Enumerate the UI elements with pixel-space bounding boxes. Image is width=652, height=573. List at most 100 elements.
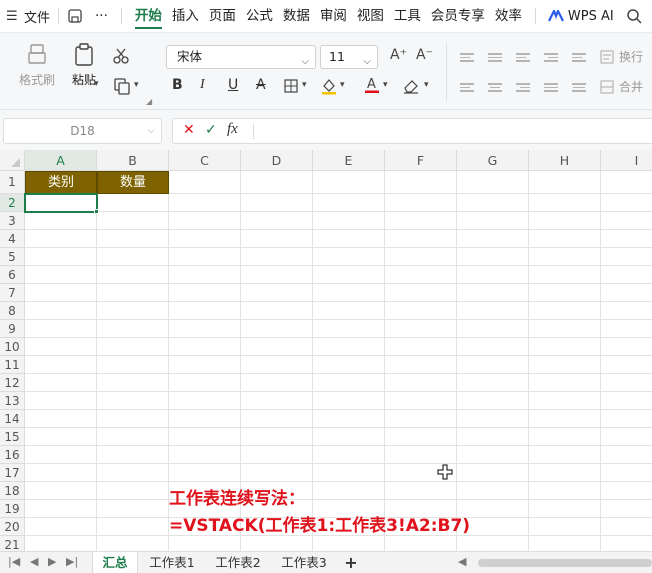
- tab-home[interactable]: 开始: [134, 0, 162, 32]
- italic-icon[interactable]: I: [200, 77, 205, 93]
- tab-view[interactable]: 视图: [357, 0, 384, 32]
- name-box[interactable]: D18 ⌵: [3, 118, 162, 144]
- cell-a1[interactable]: 类别: [25, 171, 97, 194]
- sheet-tab-bar: |◀ ◀ ▶ ▶| 汇总 工作表1 工作表2 工作表3 + ◀: [0, 551, 652, 573]
- align-center-icon[interactable]: [488, 83, 502, 93]
- last-sheet-icon[interactable]: ▶|: [66, 555, 78, 568]
- divider: [446, 43, 447, 101]
- strikethrough-icon[interactable]: A: [256, 77, 266, 93]
- annotation-title: 工作表连续写法：: [169, 489, 305, 509]
- align-right-icon[interactable]: [516, 83, 530, 93]
- outdent-icon[interactable]: [572, 53, 586, 63]
- next-sheet-icon[interactable]: ▶: [48, 555, 56, 568]
- save-icon[interactable]: [67, 8, 83, 24]
- wrap-label: 换行: [619, 50, 644, 64]
- scroll-left-icon[interactable]: ◀: [458, 555, 466, 568]
- tab-member[interactable]: 会员专享: [431, 0, 485, 32]
- justify-icon[interactable]: [544, 83, 558, 93]
- ribbon-toolbar: 格式刷 粘贴 ▾ ▾ 宋体 ⌵ 11 ⌵ A⁺ A⁻ B I U A ▾ ▾ A…: [0, 32, 652, 110]
- tab-summary[interactable]: 汇总: [92, 552, 138, 573]
- chevron-down-icon[interactable]: ⌵: [147, 119, 155, 143]
- underline-icon[interactable]: U: [228, 77, 238, 93]
- increase-font-icon[interactable]: A⁺: [390, 47, 407, 63]
- format-painter-button[interactable]: 格式刷: [16, 43, 58, 88]
- confirm-icon[interactable]: ✓: [205, 122, 217, 138]
- eraser-dropdown-icon[interactable]: ▾: [424, 80, 429, 90]
- align-middle-icon[interactable]: [488, 53, 502, 63]
- clipboard-dialog-launcher-icon[interactable]: ◢: [146, 97, 152, 106]
- svg-text:A: A: [367, 77, 376, 92]
- tab-efficiency[interactable]: 效率: [495, 0, 522, 32]
- paste-dropdown-icon[interactable]: ▾: [94, 79, 99, 89]
- font-size-value: 11: [329, 49, 345, 64]
- format-painter-label: 格式刷: [18, 73, 55, 87]
- merge-icon: [600, 80, 614, 93]
- tab-sheet3[interactable]: 工作表3: [274, 552, 334, 573]
- bold-icon[interactable]: B: [172, 77, 183, 93]
- wps-ai-button[interactable]: WPS AI: [547, 8, 614, 24]
- formula-bar: D18 ⌵ ✕ ✓ fx: [0, 110, 652, 150]
- tab-page[interactable]: 页面: [209, 0, 236, 32]
- fill-handle[interactable]: [94, 209, 99, 214]
- wps-ai-label: WPS AI: [567, 8, 614, 24]
- horizontal-scrollbar[interactable]: [478, 559, 652, 567]
- font-name-select[interactable]: 宋体 ⌵: [166, 45, 316, 69]
- hamburger-icon[interactable]: ☰: [6, 9, 20, 24]
- cut-icon[interactable]: [112, 47, 130, 68]
- tab-tools[interactable]: 工具: [394, 0, 421, 32]
- merge-label: 合并: [619, 80, 644, 94]
- align-left-icon[interactable]: [460, 83, 474, 93]
- border-icon[interactable]: [284, 79, 298, 96]
- decrease-font-icon[interactable]: A⁻: [416, 47, 433, 63]
- eraser-icon[interactable]: [402, 77, 420, 98]
- font-color-dropdown-icon[interactable]: ▾: [383, 80, 388, 90]
- font-color-icon[interactable]: A: [364, 76, 380, 97]
- fill-dropdown-icon[interactable]: ▾: [340, 80, 345, 90]
- format-painter-icon: [28, 44, 46, 64]
- formula-divider: [253, 124, 254, 139]
- wrap-text-button[interactable]: 换行: [600, 48, 643, 65]
- cursor-icon: [437, 464, 453, 483]
- menu-bar: ☰ 文件 ··· 开始 插入 页面 公式 数据 审阅 视图 工具 会员专享 效率…: [0, 0, 652, 32]
- indent-icon[interactable]: [544, 53, 558, 63]
- menu-file[interactable]: 文件: [24, 7, 50, 26]
- tab-insert[interactable]: 插入: [172, 0, 199, 32]
- divider: [58, 8, 60, 24]
- border-dropdown-icon[interactable]: ▾: [302, 80, 307, 90]
- tab-data[interactable]: 数据: [283, 0, 310, 32]
- prev-sheet-icon[interactable]: ◀: [30, 555, 38, 568]
- active-cell-a2[interactable]: [24, 193, 98, 213]
- add-sheet-button[interactable]: +: [340, 552, 362, 573]
- fill-color-icon[interactable]: [320, 77, 338, 98]
- cell-b1[interactable]: 数量: [97, 171, 169, 194]
- divider: [120, 8, 122, 24]
- chevron-down-icon: ⌵: [301, 56, 309, 67]
- tab-formula[interactable]: 公式: [246, 0, 273, 32]
- wps-ai-logo-icon: [547, 10, 564, 22]
- divider: [534, 8, 536, 24]
- align-top-icon[interactable]: [460, 53, 474, 63]
- spreadsheet-grid[interactable]: ABCDEFGHI 1 2 3 4 5 6 7 8 9 10 11 12 13 14 15 16 17 18 19 2…: [0, 150, 652, 551]
- more-menu[interactable]: ···: [95, 0, 108, 32]
- font-name-value: 宋体: [177, 49, 203, 64]
- search-icon[interactable]: [626, 8, 642, 24]
- fx-icon[interactable]: fx: [227, 121, 238, 138]
- copy-dropdown-icon[interactable]: ▾: [134, 80, 139, 90]
- tab-sheet2[interactable]: 工作表2: [208, 552, 268, 573]
- formula-input[interactable]: ✕ ✓ fx: [172, 118, 652, 144]
- annotation-formula: =VSTACK(工作表1:工作表3!A2:B7): [169, 516, 471, 536]
- merge-button[interactable]: 合并: [600, 78, 643, 95]
- tab-sheet1[interactable]: 工作表1: [142, 552, 202, 573]
- distribute-icon[interactable]: [572, 83, 586, 93]
- paste-label: 粘贴: [71, 73, 96, 87]
- paste-icon: [75, 43, 93, 66]
- align-bottom-icon[interactable]: [516, 53, 530, 63]
- cancel-icon[interactable]: ✕: [183, 122, 195, 138]
- wrap-icon: [600, 50, 614, 63]
- copy-icon[interactable]: [113, 77, 131, 98]
- name-box-value: D18: [70, 124, 95, 138]
- chevron-down-icon: ⌵: [363, 56, 371, 67]
- first-sheet-icon[interactable]: |◀: [8, 555, 20, 568]
- font-size-select[interactable]: 11 ⌵: [320, 45, 378, 69]
- tab-review[interactable]: 审阅: [320, 0, 347, 32]
